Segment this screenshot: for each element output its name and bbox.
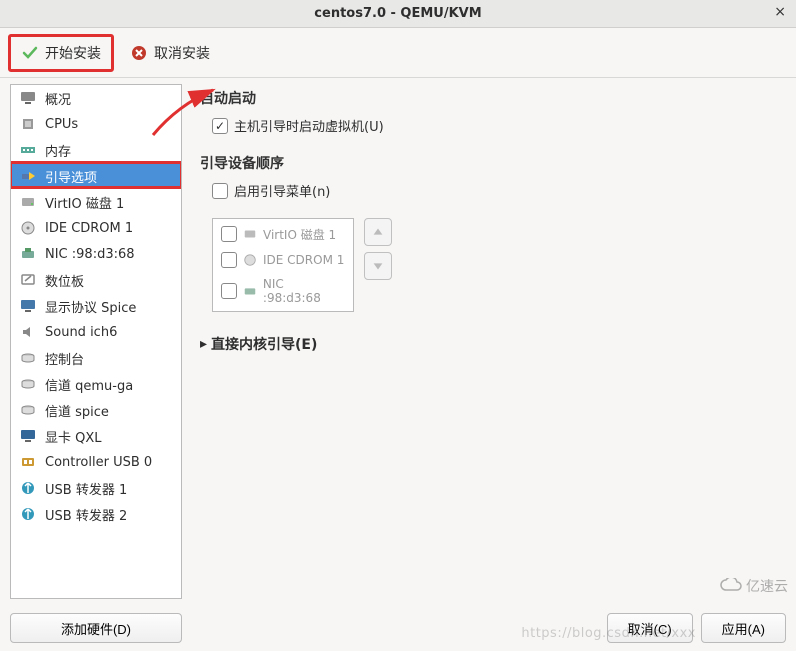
sidebar-item-video[interactable]: 显卡 QXL: [11, 423, 181, 449]
begin-install-label: 开始安装: [45, 43, 101, 63]
content-area: 概况 CPUs 内存 引导选项 VirtIO 磁盘 1 IDE CDROM 1 …: [0, 78, 796, 605]
boot-menu-checkbox[interactable]: [212, 183, 228, 199]
sidebar-item-display[interactable]: 显示协议 Spice: [11, 293, 181, 319]
sidebar-item-channel-qemu[interactable]: 信道 qemu-ga: [11, 371, 181, 397]
watermark-url: https://blog.csdn.net/xxx: [521, 626, 696, 641]
memory-icon: [19, 141, 37, 159]
channel-icon: [19, 375, 37, 393]
sidebar-item-label: 概况: [45, 89, 71, 108]
sidebar-item-cpus[interactable]: CPUs: [11, 111, 181, 137]
usb-redir-icon: [19, 505, 37, 523]
sidebar-item-label: 内存: [45, 141, 71, 160]
sound-icon: [19, 323, 37, 341]
monitor-icon: [19, 89, 37, 107]
cancel-install-label: 取消安装: [154, 43, 210, 63]
sidebar-item-label: 控制台: [45, 349, 84, 368]
console-icon: [19, 349, 37, 367]
cancel-x-icon: [130, 44, 148, 62]
autostart-checkbox[interactable]: [212, 118, 228, 134]
disk-icon: [241, 225, 259, 243]
sidebar-item-label: 信道 spice: [45, 401, 109, 420]
direct-kernel-boot-label: 直接内核引导(E): [211, 334, 317, 354]
toolbar: 开始安装 取消安装: [0, 28, 796, 78]
check-icon: [21, 44, 39, 62]
video-icon: [19, 427, 37, 445]
boot-device-label: NIC :98:d3:68: [263, 277, 345, 305]
nic-icon: [241, 282, 259, 300]
boot-device-checkbox[interactable]: [221, 226, 237, 242]
boot-device-list[interactable]: VirtIO 磁盘 1 IDE CDROM 1 NIC :98:d3:68: [212, 218, 354, 312]
boot-order-section: 引导设备顺序 启用引导菜单(n) VirtIO 磁盘 1 IDE CDROM 1: [200, 153, 778, 312]
disk-icon: [19, 193, 37, 211]
move-up-button[interactable]: [364, 218, 392, 246]
sidebar-item-virtio-disk[interactable]: VirtIO 磁盘 1: [11, 189, 181, 215]
sidebar-item-usb-redir1[interactable]: USB 转发器 1: [11, 475, 181, 501]
boot-device-label: VirtIO 磁盘 1: [263, 226, 336, 243]
add-hardware-button[interactable]: 添加硬件(D): [10, 613, 182, 643]
sidebar-item-nic[interactable]: NIC :98:d3:68: [11, 241, 181, 267]
sidebar-item-label: IDE CDROM 1: [45, 221, 133, 236]
sidebar-item-label: 引导选项: [45, 167, 97, 186]
cdrom-icon: [19, 219, 37, 237]
sidebar-item-label: NIC :98:d3:68: [45, 247, 135, 262]
cdrom-icon: [241, 251, 259, 269]
usb-controller-icon: [19, 453, 37, 471]
sidebar-item-label: 信道 qemu-ga: [45, 375, 133, 394]
direct-kernel-boot-expander[interactable]: ▸ 直接内核引导(E): [200, 334, 778, 354]
boot-device-item[interactable]: VirtIO 磁盘 1: [215, 221, 351, 247]
sidebar-item-console[interactable]: 控制台: [11, 345, 181, 371]
sidebar-item-label: USB 转发器 1: [45, 479, 127, 498]
boot-device-checkbox[interactable]: [221, 283, 237, 299]
sidebar-item-channel-spice[interactable]: 信道 spice: [11, 397, 181, 423]
sidebar-item-label: 显示协议 Spice: [45, 297, 136, 316]
watermark-logo-text: 亿速云: [746, 576, 788, 596]
channel-icon: [19, 401, 37, 419]
boot-device-label: IDE CDROM 1: [263, 253, 344, 267]
sidebar-item-boot[interactable]: 引导选项: [11, 163, 181, 189]
display-icon: [19, 297, 37, 315]
sidebar-item-sound[interactable]: Sound ich6: [11, 319, 181, 345]
boot-menu-row: 启用引导菜单(n): [212, 181, 778, 200]
cancel-install-button[interactable]: 取消安装: [120, 37, 220, 69]
boot-icon: [19, 167, 37, 185]
sidebar-item-overview[interactable]: 概况: [11, 85, 181, 111]
sidebar-item-label: 数位板: [45, 271, 84, 290]
autostart-label: 主机引导时启动虚拟机(U): [234, 116, 384, 135]
close-icon[interactable]: ×: [774, 4, 786, 20]
cpu-icon: [19, 115, 37, 133]
boot-device-item[interactable]: NIC :98:d3:68: [215, 273, 351, 309]
boot-order-title: 引导设备顺序: [200, 153, 778, 173]
sidebar-item-label: CPUs: [45, 117, 78, 132]
hardware-sidebar: 概况 CPUs 内存 引导选项 VirtIO 磁盘 1 IDE CDROM 1 …: [10, 84, 182, 599]
window-title: centos7.0 - QEMU/KVM: [314, 6, 481, 21]
sidebar-item-tablet[interactable]: 数位板: [11, 267, 181, 293]
sidebar-item-cdrom[interactable]: IDE CDROM 1: [11, 215, 181, 241]
sidebar-item-label: 显卡 QXL: [45, 427, 102, 446]
sidebar-item-label: Controller USB 0: [45, 455, 152, 470]
apply-button[interactable]: 应用(A): [701, 613, 786, 643]
boot-device-checkbox[interactable]: [221, 252, 237, 268]
sidebar-item-label: VirtIO 磁盘 1: [45, 193, 124, 212]
begin-install-button[interactable]: 开始安装: [8, 34, 114, 72]
sidebar-item-memory[interactable]: 内存: [11, 137, 181, 163]
updown-buttons: [364, 218, 392, 280]
chevron-right-icon: ▸: [200, 336, 207, 352]
tablet-icon: [19, 271, 37, 289]
titlebar: centos7.0 - QEMU/KVM ×: [0, 0, 796, 28]
autostart-title: 自动启动: [200, 88, 778, 108]
nic-icon: [19, 245, 37, 263]
watermark-logo: 亿速云: [720, 576, 788, 596]
boot-device-item[interactable]: IDE CDROM 1: [215, 247, 351, 273]
usb-redir-icon: [19, 479, 37, 497]
sidebar-item-label: USB 转发器 2: [45, 505, 127, 524]
sidebar-item-usb-controller[interactable]: Controller USB 0: [11, 449, 181, 475]
boot-menu-label: 启用引导菜单(n): [234, 181, 330, 200]
sidebar-item-usb-redir2[interactable]: USB 转发器 2: [11, 501, 181, 527]
autostart-row: 主机引导时启动虚拟机(U): [212, 116, 778, 135]
sidebar-item-label: Sound ich6: [45, 325, 117, 340]
main-panel: 自动启动 主机引导时启动虚拟机(U) 引导设备顺序 启用引导菜单(n) Virt…: [182, 78, 796, 605]
move-down-button[interactable]: [364, 252, 392, 280]
